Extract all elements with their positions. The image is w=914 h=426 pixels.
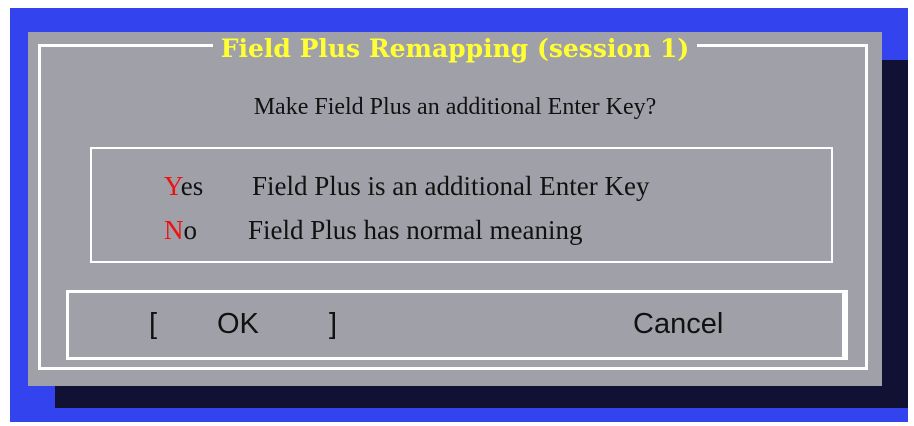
option-no-description: Field Plus has normal meaning [248,215,583,245]
option-no-hotkey: N [164,215,184,245]
ok-bracket-left: [ [149,308,158,340]
option-no[interactable]: No Field Plus has normal meaning [164,213,582,247]
ok-bracket-right: ] [329,308,338,340]
option-yes-description: Field Plus is an additional Enter Key [252,171,650,201]
option-yes-label-rest: es [180,171,204,201]
option-yes-hotkey: Y [164,171,181,201]
ok-button-label: OK [217,308,259,340]
cancel-button[interactable]: Cancel [633,305,723,343]
option-no-label-rest: o [183,215,198,245]
button-bar: [ OK ] Cancel [66,290,848,360]
options-box: Yes Field Plus is an additional Enter Ke… [90,147,833,263]
dialog-question: Make Field Plus an additional Enter Key? [253,94,657,120]
option-yes[interactable]: Yes Field Plus is an additional Enter Ke… [164,169,649,203]
remapping-dialog: Field Plus Remapping (session 1) Make Fi… [28,32,882,386]
